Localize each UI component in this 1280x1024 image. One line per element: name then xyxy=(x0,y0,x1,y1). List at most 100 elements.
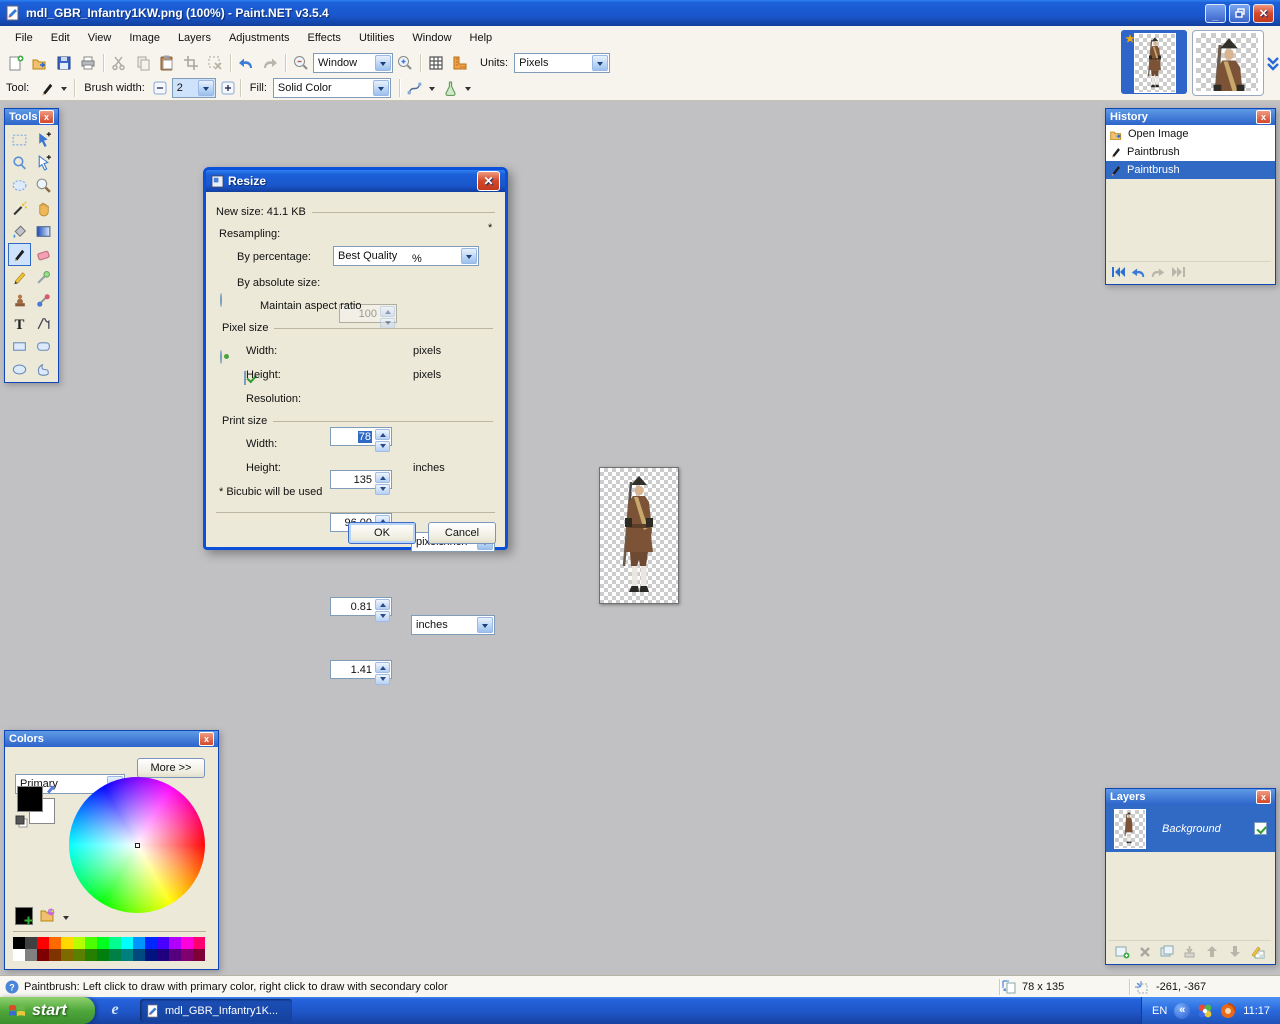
palette-swatch[interactable] xyxy=(109,937,121,949)
add-layer-button[interactable] xyxy=(1112,944,1132,960)
layer-row-selected[interactable]: Background xyxy=(1106,805,1275,852)
chevron-down-icon[interactable] xyxy=(63,916,69,923)
undo-button[interactable] xyxy=(1128,264,1148,280)
tool-freeform-shape[interactable] xyxy=(32,358,55,381)
menu-image[interactable]: Image xyxy=(120,28,169,48)
layer-visible-checkbox[interactable] xyxy=(1254,822,1267,835)
ok-button[interactable]: OK xyxy=(348,522,416,544)
print-unit-select[interactable]: inches xyxy=(411,615,495,635)
line-curve-style-button[interactable] xyxy=(403,77,427,99)
palette-swatch[interactable] xyxy=(37,949,49,961)
deselect-button[interactable] xyxy=(203,52,227,74)
palette-swatch[interactable] xyxy=(193,949,205,961)
menu-effects[interactable]: Effects xyxy=(299,28,350,48)
close-button[interactable]: ✕ xyxy=(1253,4,1274,23)
tool-rectangle-select[interactable] xyxy=(8,128,31,151)
menu-view[interactable]: View xyxy=(79,28,121,48)
palette-swatch[interactable] xyxy=(109,949,121,961)
brush-width-select[interactable]: 2 xyxy=(172,78,216,98)
delete-layer-button[interactable] xyxy=(1135,944,1155,960)
tool-lasso-select[interactable] xyxy=(8,151,31,174)
taskbar-task-button[interactable]: mdl_GBR_Infantry1K... xyxy=(140,999,292,1022)
resampling-select[interactable]: Best Quality xyxy=(333,246,479,266)
color-wheel-marker[interactable] xyxy=(135,843,140,848)
cut-button[interactable] xyxy=(107,52,131,74)
tool-move-selected-pixels[interactable] xyxy=(32,128,55,151)
ruler-button[interactable] xyxy=(448,52,472,74)
open-button[interactable] xyxy=(28,52,52,74)
palette-swatch[interactable] xyxy=(121,937,133,949)
brush-width-decrease-button[interactable] xyxy=(151,77,169,99)
move-layer-up-button[interactable] xyxy=(1202,944,1222,960)
chevron-down-icon[interactable] xyxy=(429,87,435,94)
fast-forward-button[interactable] xyxy=(1168,264,1188,280)
tool-pencil[interactable] xyxy=(8,266,31,289)
height-spinner[interactable] xyxy=(375,472,390,487)
pixel-height-input[interactable]: 135 xyxy=(330,470,392,489)
palette-swatch[interactable] xyxy=(85,937,97,949)
tool-text[interactable]: T xyxy=(8,312,31,335)
palette-swatch[interactable] xyxy=(61,937,73,949)
duplicate-layer-button[interactable] xyxy=(1157,944,1177,960)
pixel-width-input[interactable]: 78 xyxy=(330,427,392,446)
redo-button[interactable] xyxy=(258,52,282,74)
palette-swatch[interactable] xyxy=(73,949,85,961)
palette-swatch[interactable] xyxy=(37,937,49,949)
palette-swatch[interactable] xyxy=(73,937,85,949)
print-button[interactable] xyxy=(76,52,100,74)
tool-eraser[interactable] xyxy=(32,243,55,266)
zoom-in-button[interactable] xyxy=(393,52,417,74)
more-button[interactable]: More >> xyxy=(137,758,205,778)
brush-width-increase-button[interactable] xyxy=(219,77,237,99)
palette-swatch[interactable] xyxy=(157,949,169,961)
minimize-button[interactable]: _ xyxy=(1205,4,1226,23)
history-item[interactable]: Paintbrush xyxy=(1106,143,1275,161)
tool-ellipse-select[interactable] xyxy=(8,174,31,197)
zoom-out-button[interactable] xyxy=(289,52,313,74)
image-thumbnail-active[interactable] xyxy=(1121,30,1187,94)
palette-swatch[interactable] xyxy=(169,937,181,949)
tool-recolor[interactable] xyxy=(32,289,55,312)
close-icon[interactable]: x xyxy=(199,732,214,746)
tool-color-picker[interactable] xyxy=(32,266,55,289)
palette-swatch[interactable] xyxy=(25,937,37,949)
quick-launch-ie-icon[interactable]: e xyxy=(106,1001,124,1019)
close-icon[interactable]: x xyxy=(39,110,54,124)
copy-button[interactable] xyxy=(131,52,155,74)
default-colors-icon[interactable] xyxy=(15,815,28,828)
menu-window[interactable]: Window xyxy=(403,28,460,48)
updater-tray-icon[interactable] xyxy=(1220,1003,1236,1019)
menu-edit[interactable]: Edit xyxy=(42,28,79,48)
print-height-input[interactable]: 1.41 xyxy=(330,660,392,679)
crop-button[interactable] xyxy=(179,52,203,74)
palette-swatch[interactable] xyxy=(97,949,109,961)
palette-swatch[interactable] xyxy=(13,949,25,961)
tool-pan[interactable] xyxy=(32,197,55,220)
tool-paintbrush[interactable] xyxy=(8,243,31,266)
close-icon[interactable]: x xyxy=(1256,110,1271,124)
close-icon[interactable]: x xyxy=(1256,790,1271,804)
print-height-spinner[interactable] xyxy=(375,662,390,677)
rewind-button[interactable] xyxy=(1108,264,1128,280)
print-width-spinner[interactable] xyxy=(375,599,390,614)
palette-swatch[interactable] xyxy=(97,937,109,949)
paintdotnet-tray-icon[interactable] xyxy=(1197,1003,1213,1019)
antialiasing-button[interactable] xyxy=(439,77,463,99)
image-list-chevron-icon[interactable] xyxy=(1266,56,1280,72)
palette-swatch[interactable] xyxy=(145,937,157,949)
fill-style-select[interactable]: Solid Color xyxy=(273,78,391,98)
palette-swatch[interactable] xyxy=(13,937,25,949)
tool-rectangle[interactable] xyxy=(8,335,31,358)
tool-zoom[interactable] xyxy=(32,174,55,197)
palette-swatch[interactable] xyxy=(85,949,97,961)
tool-move-selection[interactable] xyxy=(32,151,55,174)
by-absolute-size-radio[interactable] xyxy=(220,350,222,364)
menu-file[interactable]: File xyxy=(6,28,42,48)
cancel-button[interactable]: Cancel xyxy=(428,522,496,544)
hide-tray-icons-chevron[interactable]: « xyxy=(1174,1003,1190,1019)
taskbar-clock[interactable]: 11:17 xyxy=(1243,1005,1270,1017)
palette-swatch[interactable] xyxy=(49,937,61,949)
canvas-image[interactable] xyxy=(599,467,679,604)
menu-utilities[interactable]: Utilities xyxy=(350,28,403,48)
palette-swatch[interactable] xyxy=(49,949,61,961)
